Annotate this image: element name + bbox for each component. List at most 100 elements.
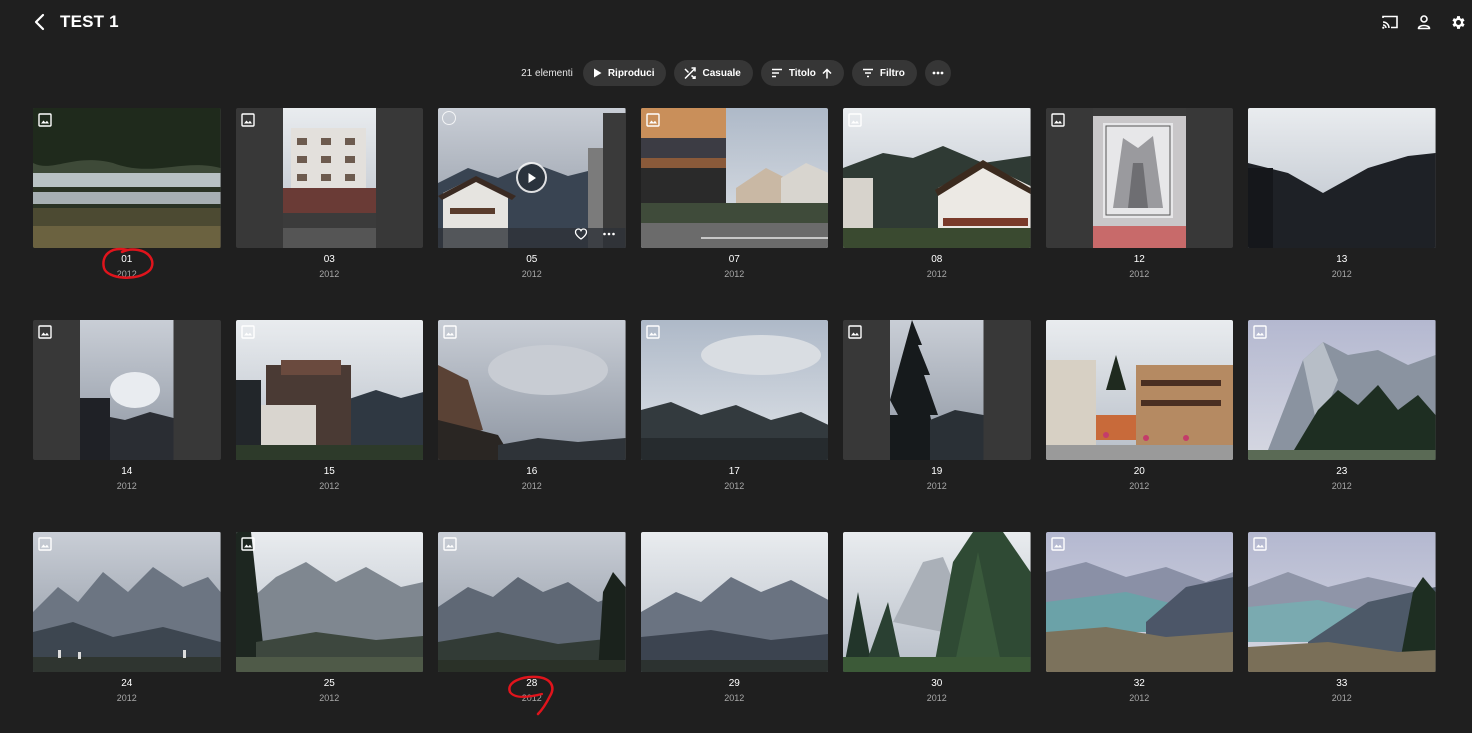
play-icon [593,68,602,78]
account-button[interactable] [1414,12,1434,32]
caption: 20 2012 [1046,466,1234,492]
item-title[interactable]: 01 [33,254,221,266]
item-year: 2012 [521,693,542,703]
play-overlay-button[interactable] [516,162,547,193]
item-title[interactable]: 16 [438,466,626,478]
item-title[interactable]: 07 [641,254,829,266]
thumbnail[interactable] [1248,320,1436,460]
back-button[interactable] [28,10,52,34]
thumbnail[interactable] [438,108,626,248]
item-year: 2012 [319,269,340,279]
thumbnail[interactable] [33,320,221,460]
photo-type-icon [240,113,255,127]
chevron-left-icon [34,13,45,31]
filter-label: Filtro [879,67,905,79]
play-button[interactable]: Riproduci [582,60,667,86]
item-title[interactable]: 29 [641,678,829,690]
photo-thumbnail [640,532,828,672]
item-year: 2012 [116,481,137,491]
gear-icon [1451,15,1465,29]
media-item: 05 2012 [438,108,626,279]
cast-button[interactable] [1380,12,1400,32]
photo-type-icon [443,537,457,551]
item-title[interactable]: 13 [1248,254,1436,266]
photo-thumbnail [890,320,984,460]
photo-thumbnail [843,108,1031,248]
photo-type-icon [645,113,660,127]
thumbnail[interactable] [640,320,828,460]
media-item: 32 2012 [1045,532,1233,703]
shuffle-button[interactable]: Casuale [674,60,753,86]
item-title[interactable]: 17 [641,466,829,478]
item-title[interactable]: 19 [843,466,1031,478]
thumbnail[interactable] [235,532,423,672]
item-title[interactable]: 05 [438,254,626,266]
photo-type-icon [848,113,862,127]
more-vertical-icon[interactable] [602,227,616,241]
media-item: 25 2012 [235,532,423,703]
thumbnail[interactable] [843,108,1031,248]
thumbnail[interactable] [235,108,423,248]
thumbnail[interactable] [640,108,828,248]
caption: 08 2012 [843,254,1031,280]
photo-thumbnail [1248,108,1436,248]
thumbnail[interactable] [1045,320,1233,460]
photo-thumbnail [1248,320,1436,460]
thumbnail[interactable] [235,320,423,460]
caption: 25 2012 [236,678,424,704]
shuffle-label: Casuale [702,67,741,79]
sort-button[interactable]: Titolo [760,60,844,86]
item-title[interactable]: 32 [1046,678,1234,690]
thumbnail[interactable] [438,320,626,460]
heart-icon[interactable] [574,227,588,241]
thumbnail[interactable] [1248,108,1436,248]
photo-thumbnail [843,532,1031,672]
item-title[interactable]: 23 [1248,466,1436,478]
caption: 15 2012 [236,466,424,492]
media-item: 33 2012 [1248,532,1436,703]
item-year: 2012 [116,693,137,703]
item-title[interactable]: 30 [843,678,1031,690]
select-checkbox[interactable] [442,111,456,125]
item-title[interactable]: 20 [1046,466,1234,478]
photo-type-icon [1253,537,1267,551]
item-title[interactable]: 14 [33,466,221,478]
settings-button[interactable] [1448,12,1468,32]
caption: 24 2012 [33,678,221,704]
filter-button[interactable]: Filtro [851,60,917,86]
top-actions [1380,12,1468,32]
item-title[interactable]: 08 [843,254,1031,266]
thumbnail[interactable] [640,532,828,672]
media-item: 14 2012 [33,320,221,491]
shuffle-icon [684,67,697,79]
item-year: 2012 [319,693,340,703]
item-year: 2012 [1129,481,1150,491]
item-title[interactable]: 03 [236,254,424,266]
item-title[interactable]: 28 [438,678,626,690]
item-year: 2012 [1129,693,1150,703]
item-year: 2012 [724,269,745,279]
item-count: 21 elementi [521,67,573,79]
media-item: 28 2012 [438,532,626,703]
thumbnail[interactable] [843,320,1031,460]
cast-icon [1382,15,1398,29]
photo-type-icon [38,325,52,339]
thumbnail[interactable] [843,532,1031,672]
photo-thumbnail [235,532,423,672]
item-title[interactable]: 33 [1248,678,1436,690]
item-title[interactable]: 12 [1046,254,1234,266]
thumbnail[interactable] [1248,532,1436,672]
caption: 05 2012 [438,254,626,280]
thumbnail[interactable] [438,532,626,672]
photo-type-icon [1050,113,1065,127]
item-title[interactable]: 15 [236,466,424,478]
photo-thumbnail [80,320,174,460]
thumbnail[interactable] [1045,108,1233,248]
item-title[interactable]: 24 [33,678,221,690]
thumbnail[interactable] [33,108,221,248]
thumbnail[interactable] [33,532,221,672]
thumbnail[interactable] [1045,532,1233,672]
item-title[interactable]: 25 [236,678,424,690]
more-options-button[interactable] [924,60,951,86]
caption: 23 2012 [1248,466,1436,492]
